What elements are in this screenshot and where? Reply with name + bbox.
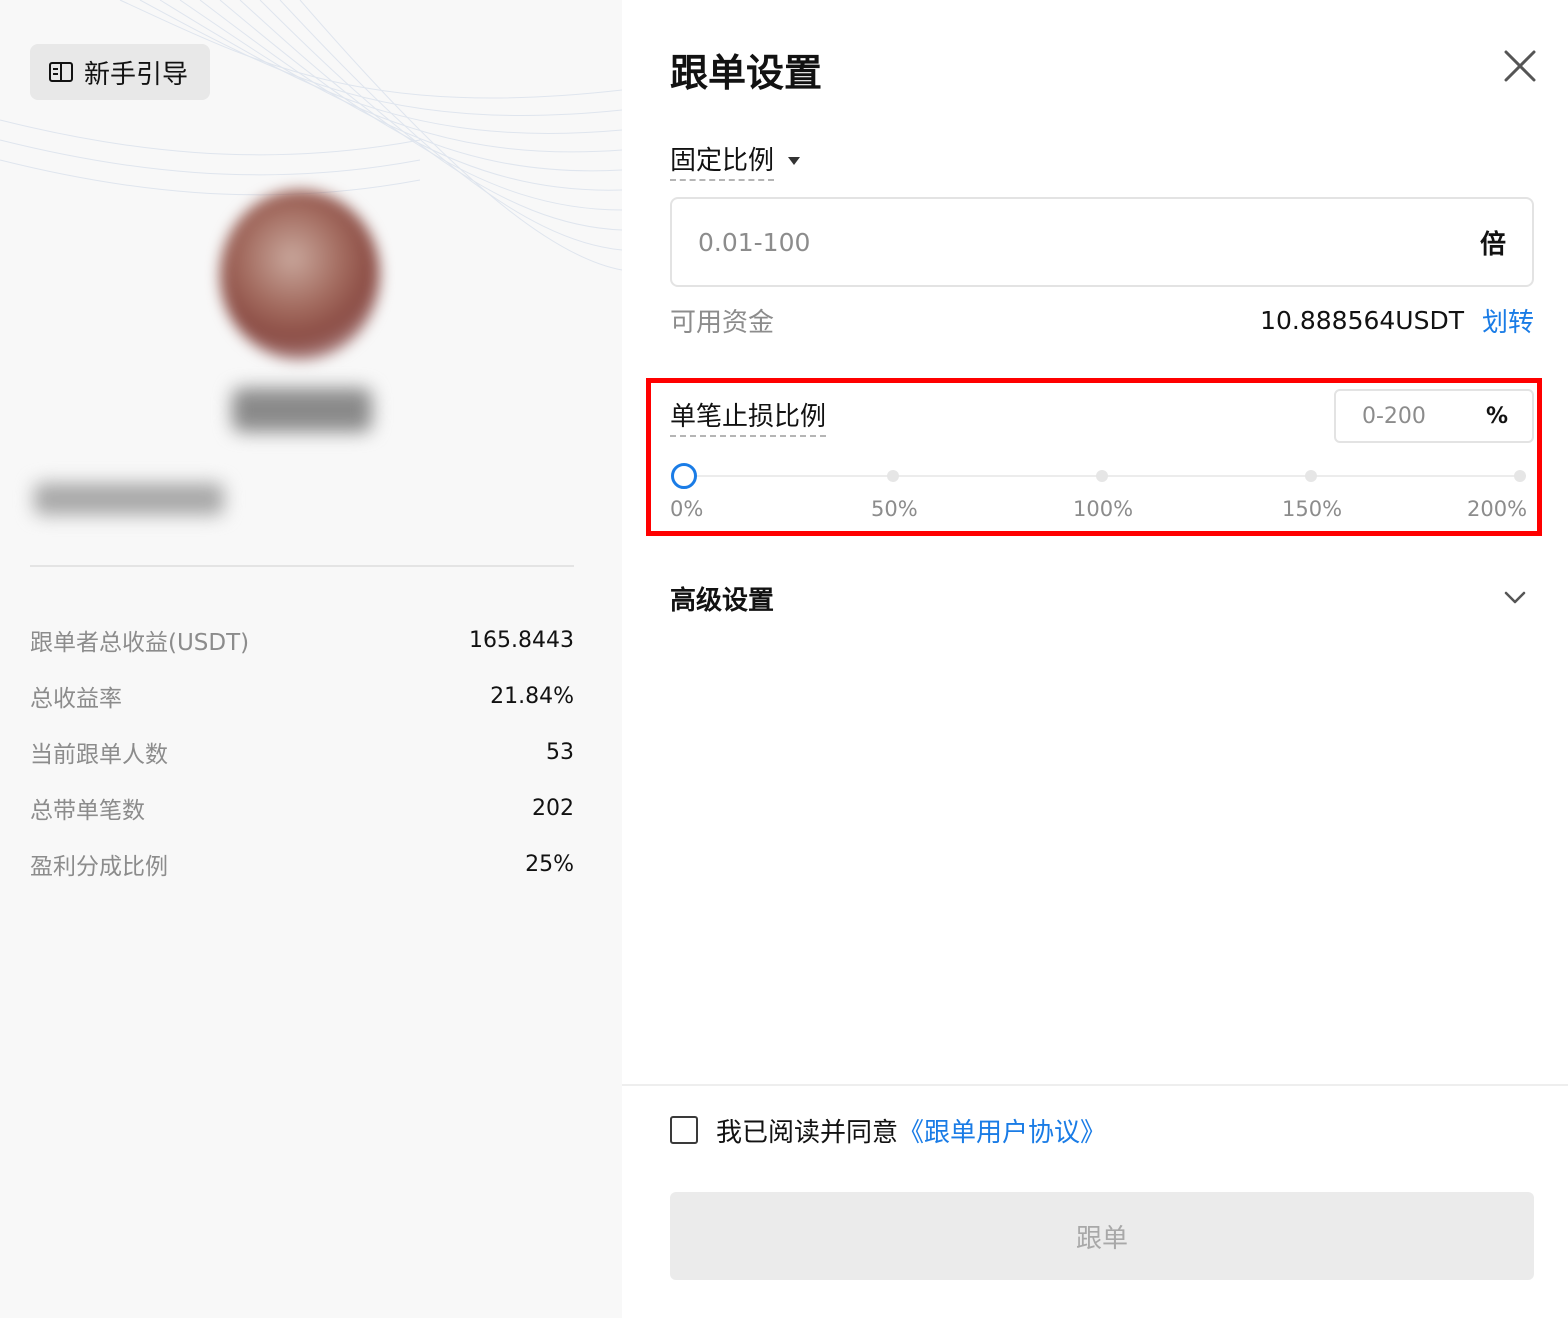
stat-row-current-followers: 当前跟单人数 53 (30, 724, 574, 780)
trader-profile-panel: 新手引导 跟单者总收益(USDT) 165.8443 总收益率 21.84% 当… (0, 0, 622, 1318)
available-funds-row: 可用资金 10.888564USDT 划转 (670, 300, 1534, 340)
stat-value: 165.8443 (469, 627, 574, 653)
slider-tick-label: 150% (1282, 497, 1343, 521)
footer-divider (622, 1084, 1568, 1086)
slider-tick-label: 100% (1073, 497, 1134, 521)
stat-row-total-trades: 总带单笔数 202 (30, 780, 574, 836)
stat-row-profit-share: 盈利分成比例 25% (30, 836, 574, 892)
slider-step-dot[interactable] (1096, 470, 1108, 482)
stop-loss-unit: % (1485, 403, 1508, 429)
available-funds-amount: 10.888564USDT (1260, 305, 1464, 335)
beginner-guide-button[interactable]: 新手引导 (30, 44, 210, 100)
stat-label: 总收益率 (30, 686, 122, 712)
book-icon (48, 60, 74, 84)
advanced-settings-label: 高级设置 (670, 585, 775, 616)
profile-divider (30, 565, 574, 567)
multiplier-input[interactable] (698, 227, 1480, 257)
slider-step-dot[interactable] (887, 470, 899, 482)
trader-avatar (220, 190, 380, 360)
agreement-link[interactable]: 《跟单用户协议》 (898, 1112, 1106, 1149)
trader-nickname-blurred (232, 388, 372, 432)
stop-loss-label: 单笔止损比例 (670, 396, 827, 437)
beginner-guide-label: 新手引导 (84, 59, 189, 90)
follow-submit-button[interactable]: 跟单 (670, 1192, 1534, 1280)
agreement-row: 我已阅读并同意 《跟单用户协议》 (670, 1110, 1106, 1150)
available-funds-value-group: 10.888564USDT 划转 (1260, 302, 1534, 339)
stat-row-total-profit: 跟单者总收益(USDT) 165.8443 (30, 612, 574, 668)
stat-label: 总带单笔数 (30, 798, 145, 824)
stat-label: 跟单者总收益(USDT) (30, 630, 250, 656)
chevron-down-icon (1504, 586, 1528, 610)
mode-dropdown-label: 固定比例 (670, 140, 775, 181)
copy-trade-settings-panel: 跟单设置 固定比例 倍 可用资金 10.888564USDT 划转 单笔止损比例… (622, 0, 1568, 1318)
stat-value: 25% (525, 851, 574, 877)
stat-row-total-return: 总收益率 21.84% (30, 668, 574, 724)
stop-loss-slider-handle[interactable] (671, 463, 697, 489)
caret-down-icon (788, 155, 801, 167)
trader-subinfo-blurred (34, 483, 224, 515)
stat-value: 53 (546, 739, 574, 765)
close-button[interactable] (1500, 46, 1540, 86)
close-icon (1504, 50, 1536, 82)
multiplier-unit: 倍 (1479, 229, 1506, 260)
slider-tick-label: 200% (1467, 497, 1528, 521)
stop-loss-input[interactable] (1362, 403, 1472, 429)
panel-title: 跟单设置 (670, 51, 823, 95)
slider-tick-label: 0% (670, 497, 704, 521)
stat-value: 202 (532, 795, 574, 821)
slider-step-dot[interactable] (1514, 470, 1526, 482)
stat-label: 盈利分成比例 (30, 854, 168, 880)
stat-value: 21.84% (490, 683, 574, 709)
multiplier-field[interactable]: 倍 (670, 197, 1534, 287)
available-funds-label: 可用资金 (670, 307, 775, 338)
agreement-text: 我已阅读并同意 (716, 1117, 899, 1148)
agreement-checkbox[interactable] (670, 1116, 698, 1144)
slider-tick-label: 50% (871, 497, 918, 521)
advanced-settings-toggle[interactable]: 高级设置 (670, 576, 1534, 620)
stop-loss-slider-track[interactable] (671, 463, 1526, 489)
stat-label: 当前跟单人数 (30, 742, 168, 768)
transfer-link[interactable]: 划转 (1482, 302, 1534, 339)
stop-loss-field[interactable]: % (1334, 389, 1534, 443)
trader-stats-list: 跟单者总收益(USDT) 165.8443 总收益率 21.84% 当前跟单人数… (30, 612, 574, 892)
mode-dropdown[interactable]: 固定比例 (670, 140, 801, 181)
slider-step-dot[interactable] (1305, 470, 1317, 482)
